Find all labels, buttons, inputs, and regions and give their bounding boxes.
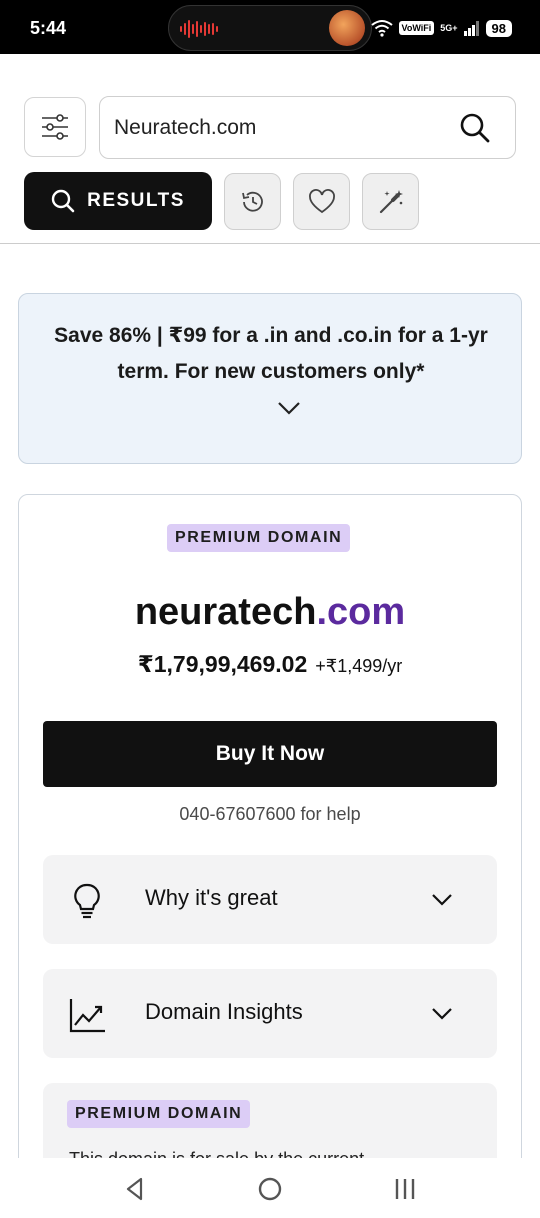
history-icon: [241, 191, 263, 212]
magic-wand-icon: [379, 189, 403, 213]
results-tab[interactable]: RESULTS: [24, 172, 212, 230]
domain-card: PREMIUM DOMAIN neuratech.com ₹1,79,99,46…: [18, 494, 522, 1218]
wifi-icon: [370, 20, 393, 37]
lightbulb-icon: [74, 883, 100, 919]
chevron-down-icon: [432, 1008, 452, 1020]
filter-button[interactable]: [24, 97, 86, 157]
recents-icon[interactable]: [390, 1174, 420, 1204]
battery-level: 98: [485, 19, 512, 37]
accordion-domain-insights[interactable]: Domain Insights: [43, 969, 497, 1058]
premium-badge: PREMIUM DOMAIN: [67, 1100, 251, 1128]
vowifi-badge: VoWiFi: [398, 21, 435, 35]
renewal-price: +₹1,499/yr: [315, 656, 403, 676]
accordion-label: Domain Insights: [145, 999, 303, 1024]
divider: [0, 243, 540, 244]
status-bar: 5:44 VoWiFi 5G+ 98: [0, 0, 540, 54]
signal-icon: [463, 21, 479, 36]
premium-badge: PREMIUM DOMAIN: [167, 524, 351, 552]
media-thumbnail: [329, 10, 365, 46]
back-icon[interactable]: [120, 1174, 150, 1204]
search-icon: [51, 189, 75, 213]
promo-banner[interactable]: Save 86% | ₹99 for a .in and .co.in for …: [18, 293, 522, 464]
history-tab[interactable]: [224, 173, 281, 230]
domain-sld: neuratech: [134, 591, 317, 633]
domain-price: ₹1,79,99,469.02: [137, 651, 308, 677]
price-line: ₹1,79,99,469.02 +₹1,499/yr: [19, 651, 521, 678]
system-nav-bar: [0, 1158, 540, 1218]
promo-text: Save 86% | ₹99 for a .in and .co.in for …: [54, 324, 488, 383]
accordion-why-great[interactable]: Why it's great: [43, 855, 497, 944]
domain-name: neuratech.com: [19, 591, 521, 634]
home-icon[interactable]: [255, 1174, 285, 1204]
dynamic-island: [168, 5, 372, 51]
network-type: 5G+: [440, 22, 458, 33]
search-box: [99, 96, 516, 159]
status-time: 5:44: [30, 18, 67, 38]
search-input[interactable]: [114, 97, 444, 158]
domain-tld: .com: [316, 591, 406, 633]
chevron-down-icon: [432, 894, 452, 906]
audio-wave-icon: [180, 20, 218, 38]
help-phone[interactable]: 040-67607600 for help: [19, 804, 521, 825]
search-icon[interactable]: [459, 112, 491, 144]
results-tab-label: RESULTS: [87, 190, 185, 211]
buy-now-button[interactable]: Buy It Now: [43, 721, 497, 787]
chevron-down-icon[interactable]: [277, 400, 301, 416]
chart-trend-icon: [69, 999, 105, 1033]
ai-tab[interactable]: [362, 173, 419, 230]
status-icons: VoWiFi 5G+ 98: [370, 16, 512, 40]
heart-icon: [308, 188, 335, 213]
favorites-tab[interactable]: [293, 173, 350, 230]
sliders-icon: [42, 114, 68, 140]
accordion-label: Why it's great: [145, 885, 278, 910]
